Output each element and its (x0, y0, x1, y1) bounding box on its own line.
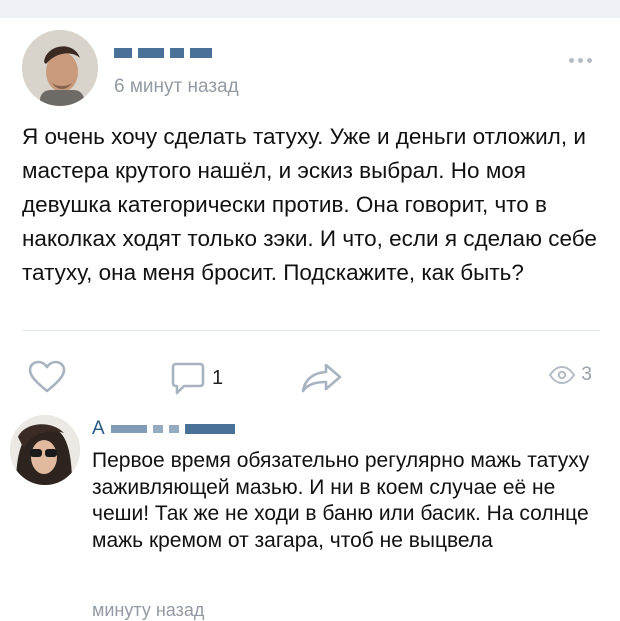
views-counter: 3 (549, 364, 592, 386)
post-author-avatar[interactable] (22, 30, 98, 106)
top-bar (0, 0, 620, 19)
comment-button[interactable]: 1 (170, 360, 223, 396)
divider (22, 330, 600, 331)
comment-author-initial: А (92, 418, 105, 439)
post-author-name[interactable] (114, 42, 212, 64)
comment-text: Первое время обязательно регулярно мажь … (92, 449, 590, 552)
comment-author-name[interactable]: А (92, 418, 235, 440)
post-actions: 1 3 (0, 358, 620, 398)
share-arrow-icon (300, 362, 342, 394)
post-card: 6 минут назад Я очень хочу сделать татух… (0, 18, 620, 620)
more-dots-icon[interactable] (569, 58, 592, 63)
post-time[interactable]: 6 минут назад (114, 76, 239, 98)
comment-bubble-icon (170, 360, 206, 396)
share-button[interactable] (300, 362, 342, 394)
comment-time[interactable]: минуту назад (92, 600, 204, 621)
comment-author-avatar[interactable] (10, 415, 80, 485)
like-button[interactable] (28, 360, 66, 394)
post-text: Я очень хочу сделать татуху. Уже и деньг… (22, 124, 597, 285)
eye-icon (549, 366, 576, 384)
comments-count: 1 (212, 366, 224, 389)
views-count: 3 (581, 364, 592, 385)
heart-icon (28, 360, 66, 394)
